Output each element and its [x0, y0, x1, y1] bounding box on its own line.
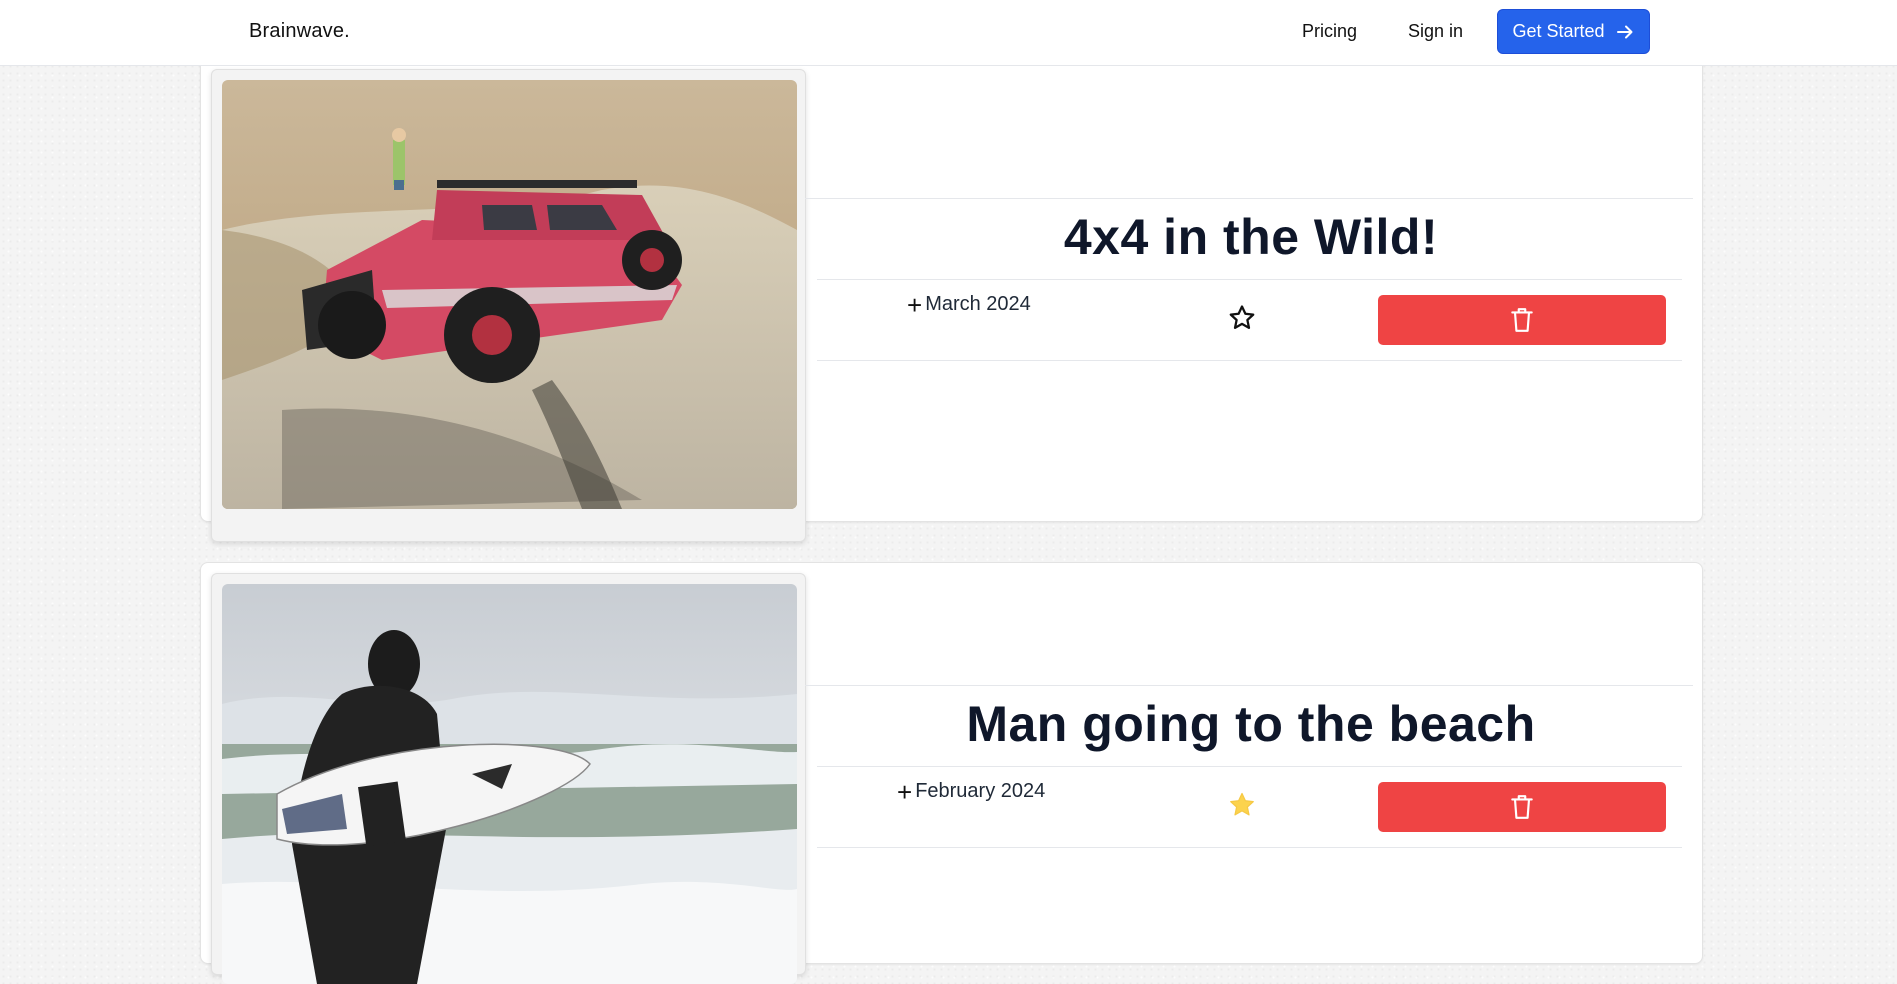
post-title: Man going to the beach [966, 696, 1536, 752]
divider [817, 766, 1682, 767]
get-started-button[interactable]: Get Started [1497, 9, 1650, 54]
post-card: Man going to the beach + February 2024 [200, 562, 1703, 984]
post-image-frame [211, 69, 806, 542]
brand-logo[interactable]: Brainwave. [249, 20, 350, 43]
post-image-surfer[interactable] [222, 584, 797, 984]
trash-icon [1511, 308, 1533, 332]
post-date-label: February 2024 [915, 780, 1046, 802]
nav-sign-in-link[interactable]: Sign in [1408, 21, 1463, 42]
star-icon[interactable] [1227, 790, 1257, 820]
star-icon[interactable] [1227, 303, 1257, 333]
get-started-label: Get Started [1512, 21, 1605, 41]
post-date: + February 2024 [897, 776, 1046, 807]
divider [817, 847, 1682, 848]
post-date-label: March 2024 [925, 293, 1031, 315]
divider [805, 198, 1693, 199]
post-title: 4x4 in the Wild! [1063, 209, 1439, 265]
delete-button[interactable] [1378, 295, 1666, 345]
arrow-right-icon [1616, 25, 1633, 38]
top-navbar: Brainwave. Pricing Sign in Get Started [0, 0, 1897, 66]
post-date: + March 2024 [907, 289, 1031, 320]
plus-icon: + [897, 776, 913, 807]
post-card: 4x4 in the Wild! + March 2024 [200, 30, 1703, 542]
divider [817, 360, 1682, 361]
plus-icon: + [907, 289, 923, 320]
post-image-frame [211, 573, 806, 984]
divider [817, 279, 1682, 280]
trash-icon [1511, 795, 1533, 819]
delete-button[interactable] [1378, 782, 1666, 832]
divider [805, 685, 1693, 686]
nav-pricing-link[interactable]: Pricing [1302, 21, 1357, 42]
post-image-jeep[interactable] [222, 80, 797, 509]
